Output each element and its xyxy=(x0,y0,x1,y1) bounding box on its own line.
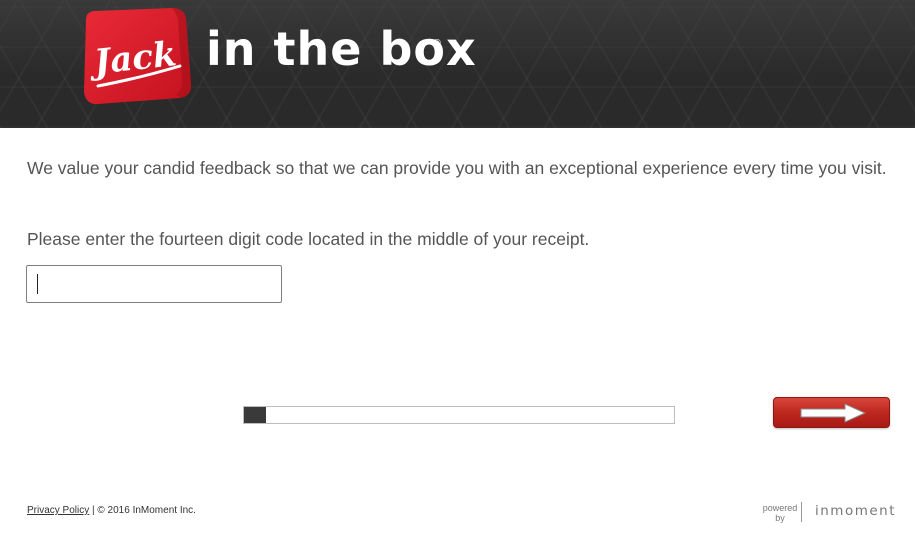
inmoment-brand[interactable]: inmoment xyxy=(815,503,896,519)
powered-by-line1: powered xyxy=(762,503,798,513)
progress-fill xyxy=(244,407,266,423)
logo-wordmark: in the box xyxy=(206,22,477,76)
survey-progress-bar xyxy=(243,406,675,424)
jack-in-the-box-logo[interactable]: Jack in the box ® xyxy=(80,8,476,104)
powered-by-divider xyxy=(801,502,802,522)
footer-legal: Privacy Policy | © 2016 InMoment Inc. xyxy=(27,505,196,516)
copyright-text: | © 2016 InMoment Inc. xyxy=(92,505,196,516)
powered-by-line2: by xyxy=(775,513,785,523)
header-banner: Jack in the box ® xyxy=(0,0,915,128)
next-button[interactable] xyxy=(773,397,890,428)
privacy-policy-link[interactable]: Privacy Policy xyxy=(27,505,89,516)
powered-by-label: powered by xyxy=(760,503,800,523)
text-caret xyxy=(37,274,38,294)
right-arrow-icon xyxy=(800,403,867,423)
intro-text: We value your candid feedback so that we… xyxy=(27,158,887,178)
registered-mark: ® xyxy=(432,38,442,49)
code-prompt: Please enter the fourteen digit code loc… xyxy=(27,229,590,249)
jack-box-logo-icon: Jack xyxy=(84,8,192,104)
receipt-code-input[interactable] xyxy=(26,265,282,303)
